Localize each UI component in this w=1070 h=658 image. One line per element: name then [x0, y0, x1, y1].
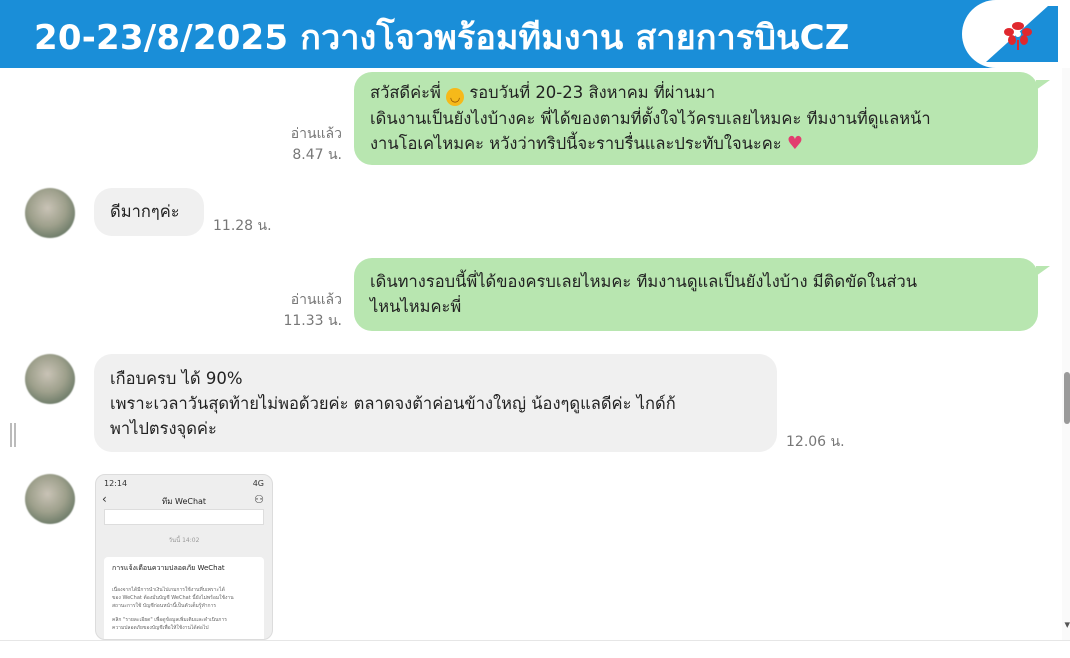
phone-status-signal: 4G: [252, 479, 264, 488]
bubble-tail: [1036, 80, 1050, 90]
drag-handle[interactable]: [10, 423, 16, 447]
scrollbar-thumb[interactable]: [1064, 372, 1070, 424]
phone-chat-title: ทีม WeChat: [161, 497, 207, 506]
phone-card-line: ของ WeChat ต้องมั่นบัญชี WeChat นี้ยังไม…: [112, 595, 234, 601]
phone-timestamp: วันนี้ 14:02: [168, 537, 200, 544]
avatar[interactable]: [25, 188, 75, 238]
read-status: อ่านแล้ว 8.47 น.: [290, 126, 342, 163]
message-bubble-outgoing[interactable]: สวัสดีค่ะพี่ ◡ รอบวันที่ 20-23 สิงหาคม ท…: [354, 72, 1038, 165]
chat-area[interactable]: อ่านแล้ว 8.47 น. สวัสดีค่ะพี่ ◡ รอบวันที…: [0, 68, 1062, 640]
phone-card-line: คลิก "รายละเอียด" เพื่อดูข้อมูลเพิ่มเติม…: [112, 617, 227, 623]
read-status: อ่านแล้ว 11.33 น.: [283, 292, 342, 329]
avatar[interactable]: [25, 354, 75, 404]
phone-card-line: สถานะการใช้ บัญชีก่อนหน้านี้เป็นตัวเต็มร…: [112, 603, 217, 609]
footer-strip: [0, 640, 1070, 658]
message-bubble-outgoing[interactable]: เดินทางรอบนี้พี่ได้ของครบเลยไหมคะ ทีมงาน…: [354, 258, 1038, 331]
avatar[interactable]: [25, 474, 75, 524]
header-title: 20-23/8/2025 กวางโจวพร้อมทีมงาน สายการบิ…: [34, 18, 850, 58]
phone-card-line: ความปลอดภัยของบัญชีเพื่อให้ใช้งานได้ต่อไ…: [112, 625, 209, 631]
smile-emoji-icon: ◡: [446, 88, 465, 106]
heart-emoji-icon: ♥: [786, 133, 804, 154]
phone-bar: [104, 509, 264, 525]
person-icon: ⚇: [254, 493, 264, 506]
phone-status-time: 12:14: [104, 479, 128, 488]
scrollbar-track[interactable]: [1062, 68, 1070, 640]
airline-logo: [962, 0, 1070, 68]
message-time: 12.06 น.: [786, 434, 845, 450]
message-time: 11.28 น.: [213, 218, 272, 234]
china-southern-logo-icon: [986, 6, 1058, 62]
message-bubble-incoming[interactable]: ดีมากๆค่ะ: [94, 188, 204, 236]
scroll-down-arrow-icon[interactable]: ▾: [1064, 618, 1070, 631]
header-banner: 20-23/8/2025 กวางโจวพร้อมทีมงาน สายการบิ…: [0, 0, 1070, 68]
phone-card: การแจ้งเตือนความปลอดภัย WeChat เนื่องจาก…: [104, 557, 264, 639]
phone-card-line: เนื่องจากได้มีการนำเงินไปเกมการใช้งานที่…: [112, 587, 225, 593]
phone-card-title: การแจ้งเตือนความปลอดภัย WeChat: [112, 564, 225, 572]
message-bubble-incoming[interactable]: เกือบครบ ได้ 90% เพราะเวลาวันสุดท้ายไม่พ…: [94, 354, 777, 452]
screenshot-image[interactable]: 12:14 4G ‹ ทีม WeChat ⚇ วันนี้ 14:02 การ…: [95, 474, 273, 640]
bubble-tail: [1036, 266, 1050, 276]
